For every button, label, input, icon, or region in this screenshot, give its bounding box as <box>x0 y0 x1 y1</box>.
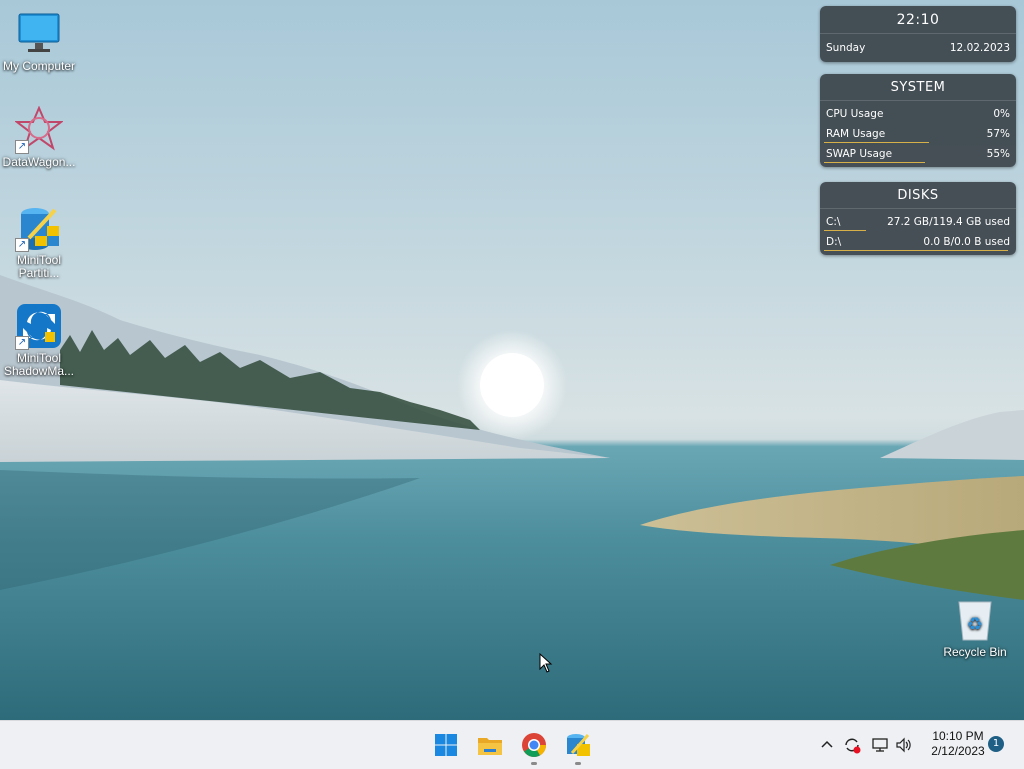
shortcut-arrow-icon: ↗ <box>15 336 29 350</box>
widget-row-cpu: CPU Usage 0% <box>820 104 1016 124</box>
taskbar: 10:10 PM 2/12/2023 <box>0 720 1024 769</box>
shortcut-arrow-icon: ↗ <box>15 140 29 154</box>
desktop-icon-minitool-partition[interactable]: ↗ MiniTool Partiti... <box>0 204 78 280</box>
desktop-icon-datawagon[interactable]: ↗ DataWagon... <box>0 105 78 169</box>
usage-bar <box>824 250 1008 251</box>
widget-title: SYSTEM <box>820 74 1016 101</box>
speaker-icon[interactable] <box>894 735 914 755</box>
widget-row-value: 0% <box>993 108 1010 120</box>
sync-alert-icon[interactable] <box>842 735 862 755</box>
desktop-icon-label: Recycle Bin <box>943 645 1007 659</box>
widget-row-label: C:\ <box>826 216 841 228</box>
running-indicator <box>531 762 537 765</box>
widget-title: DISKS <box>820 182 1016 209</box>
widget-time: 22:10 <box>820 6 1016 34</box>
notification-badge[interactable]: 1 <box>988 736 1004 752</box>
desktop-icon-minitool-shadowmaker[interactable]: ↗ MiniTool ShadowMa... <box>0 302 78 378</box>
svg-text:♻: ♻ <box>967 614 983 635</box>
system-widget: SYSTEM CPU Usage 0% RAM Usage 57% SWAP U… <box>820 74 1016 167</box>
taskbar-time: 10:10 PM <box>932 729 984 743</box>
widget-row-value: 57% <box>986 128 1010 140</box>
minitool-partition-icon: ↗ <box>15 204 63 252</box>
chevron-up-icon[interactable] <box>817 735 837 755</box>
widget-row-disk-c: C:\ 27.2 GB/119.4 GB used <box>820 212 1016 232</box>
widget-date-row: Sunday 12.02.2023 <box>820 38 1016 58</box>
minitool-taskbar-button[interactable] <box>562 729 594 765</box>
disks-widget: DISKS C:\ 27.2 GB/119.4 GB used D:\ 0.0 … <box>820 182 1016 255</box>
minitool-partition-icon <box>567 734 590 756</box>
desktop-icon-label: My Computer <box>2 59 76 73</box>
usage-bar <box>824 162 925 163</box>
widget-row-value: 0.0 B/0.0 B used <box>923 236 1010 248</box>
start-button[interactable] <box>430 729 462 761</box>
windows-logo-icon <box>435 734 457 756</box>
widget-date: 12.02.2023 <box>949 42 1010 54</box>
widget-row-label: RAM Usage <box>826 128 886 140</box>
desktop-icon-label: MiniTool ShadowMa... <box>3 351 75 378</box>
network-icon[interactable] <box>870 735 890 755</box>
desktop-icon-label: DataWagon... <box>2 155 76 169</box>
recycle-bin-icon: ♻ <box>951 596 999 644</box>
usage-bar <box>824 142 929 143</box>
file-explorer-button[interactable] <box>474 729 506 761</box>
running-indicator <box>575 762 581 765</box>
widget-row-disk-d: D:\ 0.0 B/0.0 B used <box>820 232 1016 252</box>
clock-widget: 22:10 Sunday 12.02.2023 <box>820 6 1016 62</box>
chrome-icon <box>522 733 546 757</box>
desktop-icon-my-computer[interactable]: My Computer <box>0 10 78 73</box>
mouse-cursor-icon <box>539 653 553 673</box>
taskbar-clock[interactable]: 10:10 PM 2/12/2023 <box>922 729 994 759</box>
widget-row-value: 27.2 GB/119.4 GB used <box>887 216 1010 228</box>
taskbar-date: 2/12/2023 <box>931 744 985 758</box>
widget-row-label: D:\ <box>826 236 842 248</box>
datawagon-icon: ↗ <box>14 105 64 154</box>
shortcut-arrow-icon: ↗ <box>15 238 29 252</box>
widget-row-label: SWAP Usage <box>826 148 893 160</box>
widget-row-label: CPU Usage <box>826 108 884 120</box>
widget-row-value: 55% <box>986 148 1010 160</box>
desktop-icon-recycle-bin[interactable]: ♻ Recycle Bin <box>936 596 1014 659</box>
desktop-icon-label: MiniTool Partiti... <box>16 253 61 280</box>
widget-day: Sunday <box>826 42 866 54</box>
usage-bar <box>824 230 866 231</box>
widget-row-ram: RAM Usage 57% <box>820 124 1016 144</box>
folder-icon <box>478 738 502 755</box>
widget-row-swap: SWAP Usage 55% <box>820 144 1016 164</box>
chrome-button[interactable] <box>518 729 550 765</box>
minitool-shadowmaker-icon: ↗ <box>15 302 63 350</box>
monitor-icon <box>15 10 63 58</box>
